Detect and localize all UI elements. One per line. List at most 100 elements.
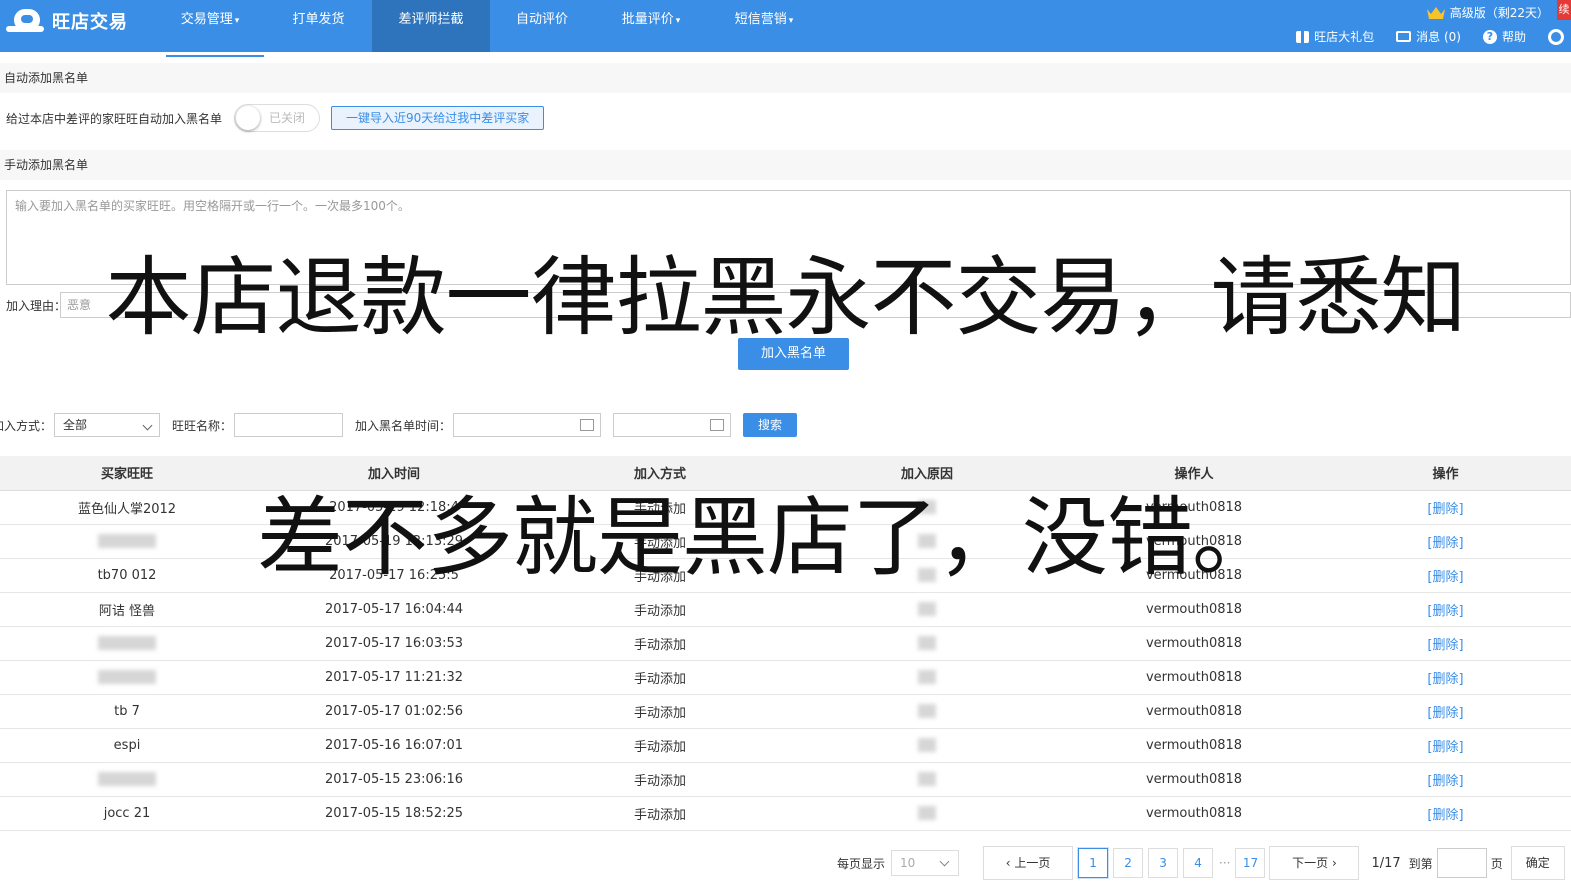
redacted-block (918, 534, 936, 548)
time-cell: 2017-05-17 11:21:32 (254, 660, 534, 695)
app-logo[interactable]: 旺店交易 (6, 6, 128, 36)
settings-button[interactable] (1548, 28, 1569, 45)
reason-input[interactable]: 恶意 (60, 292, 1571, 318)
delete-link[interactable]: [删除] (1320, 660, 1571, 695)
operator-cell: vermouth0818 (1068, 694, 1320, 729)
table-row: 蓝色仙人掌2012 2017-05-19 12:18:4 手动添加 vermouth0… (0, 490, 1571, 525)
method-cell: 手动添加 (534, 626, 786, 661)
chevron-down-icon (939, 856, 950, 867)
gift-link[interactable]: 旺店大礼包 (1296, 28, 1374, 45)
delete-link[interactable]: [删除] (1320, 558, 1571, 593)
table-row: 2017-05-17 16:03:53 手动添加 vermouth0818 [删除] (0, 626, 1571, 661)
col-reason: 加入原因 (786, 456, 1068, 491)
nav-print-ship[interactable]: 打单发货 (265, 0, 372, 40)
search-button[interactable]: 搜索 (743, 413, 798, 437)
buyer-cell: 阿诘 怪兽 (0, 592, 254, 627)
import-bad-reviewers-button[interactable]: 一键导入近90天给过我中差评买家 (331, 106, 545, 130)
delete-link[interactable]: [删除] (1320, 796, 1571, 831)
app-name: 旺店交易 (52, 12, 128, 33)
page-last[interactable]: 17 (1235, 848, 1266, 878)
top-bar: 旺店交易 交易管理 ▾ 打单发货 差评师拦截 自动评价 批量评价 ▾ 短信营销 ▾ 高… (0, 0, 1571, 52)
goto-page-input[interactable] (1436, 848, 1487, 878)
table-row: espi 2017-05-16 16:07:01 手动添加 vermouth0818[… (0, 728, 1571, 763)
operator-cell: vermouth0818 (1068, 558, 1320, 593)
auto-blacklist-toggle[interactable]: 已关闭 (234, 104, 321, 132)
help-icon: ? (1482, 29, 1497, 44)
page-3[interactable]: 3 (1148, 848, 1179, 878)
time-cell: 2017-05-16 16:07:01 (254, 728, 534, 763)
wangwang-filter-label: 旺旺名称： (172, 418, 233, 433)
buyer-cell (0, 762, 254, 797)
col-buyer: 买家旺旺 (0, 456, 254, 491)
per-page-label: 每页显示 (837, 856, 886, 871)
table-row: 2017-05-15 23:06:16 手动添加 vermouth0818 [删除] (0, 762, 1571, 797)
next-page-button[interactable]: 下一页 › (1269, 846, 1360, 880)
buyer-cell: espi (0, 728, 254, 763)
redacted-block (98, 670, 156, 684)
nav-batch-review[interactable]: 批量评价 ▾ (594, 0, 708, 40)
page-info: 1/17 (1371, 855, 1401, 871)
wangwang-input[interactable] (234, 413, 344, 437)
nav-trade-management[interactable]: 交易管理 ▾ (155, 0, 265, 40)
operator-cell: vermouth0818 (1068, 490, 1320, 525)
table-row: 2017-05-17 11:21:32 手动添加 vermouth0818 [删除] (0, 660, 1571, 695)
manual-blacklist-section-title: 手动添加黑名单 (0, 150, 1571, 180)
method-cell: 手动添加 (534, 490, 786, 525)
method-select[interactable]: 全部 (54, 413, 161, 437)
reason-cell (786, 626, 1068, 661)
calendar-icon (710, 419, 725, 431)
main-nav: 交易管理 ▾ 打单发货 差评师拦截 自动评价 批量评价 ▾ 短信营销 ▾ (155, 0, 820, 52)
col-action: 操作 (1320, 456, 1571, 491)
gear-icon (1548, 28, 1564, 45)
per-page-select[interactable]: 10 (891, 850, 960, 876)
blacklist-names-textarea[interactable]: 输入要加入黑名单的买家旺旺。用空格隔开或一行一个。一次最多100个。 (6, 190, 1571, 285)
delete-link[interactable]: [删除] (1320, 728, 1571, 763)
redacted-block (918, 500, 936, 514)
operator-cell: vermouth0818 (1068, 728, 1320, 763)
buyer-cell (0, 660, 254, 695)
time-cell: 2017-05-17 01:02:56 (254, 694, 534, 729)
reason-cell (786, 762, 1068, 797)
nav-auto-review[interactable]: 自动评价 (490, 0, 594, 40)
nav-sms-marketing[interactable]: 短信营销 ▾ (708, 0, 820, 40)
nav-bad-review-intercept[interactable]: 差评师拦截 (372, 0, 490, 52)
calendar-icon (580, 419, 595, 431)
chevron-down-icon: ▾ (675, 16, 681, 26)
add-to-blacklist-button[interactable]: 加入黑名单 (738, 338, 849, 370)
method-filter-label: 加入方式： (0, 418, 53, 433)
redacted-block (98, 534, 156, 548)
page-unit-label: 页 (1490, 856, 1503, 871)
delete-link[interactable]: [删除] (1320, 694, 1571, 729)
renew-tag[interactable]: 续 (1557, 0, 1571, 20)
nav-underline (166, 55, 264, 57)
messages-link[interactable]: 消息 (0) (1396, 28, 1461, 45)
auto-blacklist-row: 给过本店中差评的家旺旺自动加入黑名单 已关闭 一键导入近90天给过我中差评买家 (6, 103, 545, 133)
page-2[interactable]: 2 (1113, 848, 1144, 878)
redacted-block (918, 772, 936, 786)
delete-link[interactable]: [删除] (1320, 592, 1571, 627)
method-cell: 手动添加 (534, 558, 786, 593)
table-row: jocc 21 2017-05-15 18:52:25 手动添加 vermouth08… (0, 796, 1571, 831)
redacted-block (98, 772, 156, 786)
redacted-block (918, 670, 936, 684)
page-1[interactable]: 1 (1078, 848, 1109, 878)
delete-link[interactable]: [删除] (1320, 524, 1571, 559)
help-link[interactable]: ? 帮助 (1482, 28, 1526, 45)
time-cell: 2017-05-17 16:03:53 (254, 626, 534, 661)
page-4[interactable]: 4 (1183, 848, 1214, 878)
version-badge[interactable]: 高级版（剩22天） (1426, 4, 1549, 21)
start-date-input[interactable] (453, 413, 602, 437)
method-cell: 手动添加 (534, 762, 786, 797)
toggle-knob (236, 106, 261, 130)
time-cell: 2017-05-15 23:06:16 (254, 762, 534, 797)
confirm-goto-button[interactable]: 确定 (1510, 846, 1565, 880)
delete-link[interactable]: [删除] (1320, 762, 1571, 797)
delete-link[interactable]: [删除] (1320, 490, 1571, 525)
prev-page-button[interactable]: ‹ 上一页 (983, 846, 1074, 880)
table-row: tb 7 2017-05-17 01:02:56 手动添加 vermouth0818[… (0, 694, 1571, 729)
operator-cell: vermouth0818 (1068, 592, 1320, 627)
buyer-cell: jocc 21 (0, 796, 254, 831)
reason-label: 加入理由： (6, 299, 67, 313)
end-date-input[interactable] (613, 413, 732, 437)
delete-link[interactable]: [删除] (1320, 626, 1571, 661)
